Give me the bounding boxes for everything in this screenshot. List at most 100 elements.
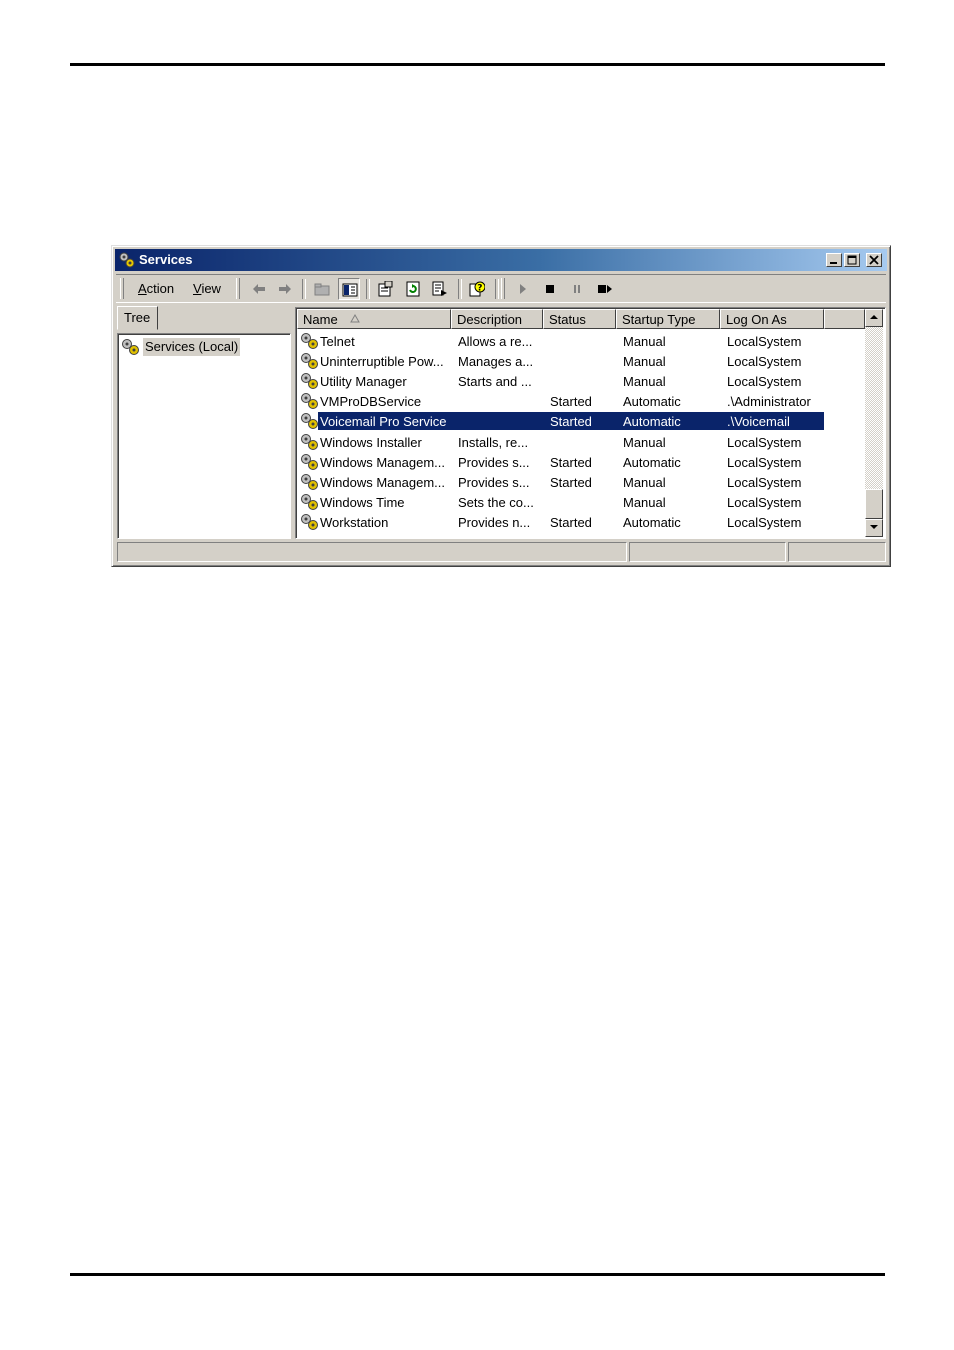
maximize-button[interactable]	[844, 253, 860, 267]
cell-log-on-as: LocalSystem	[727, 514, 802, 530]
cell-log-on-as: LocalSystem	[727, 334, 802, 349]
stop-service-icon	[546, 285, 554, 293]
vertical-scrollbar[interactable]	[865, 309, 883, 537]
cell-startup-type: Manual	[623, 374, 666, 390]
back-button[interactable]	[248, 278, 270, 300]
pause-service-icon	[574, 285, 580, 293]
column-header-startup-type[interactable]: Startup Type	[616, 309, 720, 329]
toolbar-separator	[495, 279, 499, 299]
cell-name: Windows Time	[320, 494, 405, 510]
forward-button[interactable]	[274, 278, 296, 300]
cell-startup-type: Automatic	[623, 394, 681, 410]
cell-startup-type: Manual	[623, 494, 666, 510]
toolbar-grip[interactable]	[236, 278, 240, 299]
scroll-down-button[interactable]	[865, 519, 883, 537]
cell-description: Provides n...	[458, 514, 531, 530]
page-bottom-rule	[70, 1273, 885, 1276]
services-list: Name Description Status Startup Type Log…	[295, 307, 886, 539]
cell-log-on-as: .\Voicemail	[727, 414, 790, 430]
window-title: Services	[139, 252, 193, 267]
cell-status: Started	[550, 454, 592, 470]
toolbar-grip[interactable]	[501, 278, 505, 299]
restart-service-icon	[598, 285, 612, 293]
table-row[interactable]: VMProDBService Started Automatic .\Administ…	[298, 391, 824, 411]
tree-pane: Services (Local)	[117, 333, 291, 539]
table-row[interactable]: Windows Installer Installs, re... Manual Lo…	[298, 432, 824, 452]
cell-startup-type: Manual	[623, 334, 666, 349]
export-list-button[interactable]	[429, 278, 451, 300]
cell-name: Telnet	[320, 334, 355, 349]
table-row[interactable]: Windows Time Sets the co... Manual LocalSys…	[298, 492, 824, 512]
cell-description: Provides s...	[458, 454, 530, 470]
show-hide-tree-icon	[342, 283, 358, 297]
cell-log-on-as: LocalSystem	[727, 474, 802, 490]
stop-service-button[interactable]	[539, 278, 561, 300]
status-panel	[117, 542, 627, 562]
service-gears-icon	[301, 513, 318, 530]
table-row[interactable]: Telnet Allows a re... Manual LocalSystem	[298, 331, 824, 351]
cell-log-on-as: LocalSystem	[727, 354, 802, 370]
service-gears-icon	[301, 473, 318, 490]
restart-service-button[interactable]	[593, 278, 615, 300]
up-folder-icon	[314, 283, 330, 296]
service-gears-icon	[301, 413, 318, 430]
service-gears-icon	[301, 433, 318, 450]
table-row[interactable]: Voicemail Pro Service Started Automatic .\V…	[298, 411, 825, 432]
cell-log-on-as: LocalSystem	[727, 454, 802, 470]
toolbar-grip[interactable]	[120, 278, 124, 299]
cell-log-on-as: LocalSystem	[727, 374, 802, 390]
tab-tree[interactable]: Tree	[117, 306, 158, 330]
properties-button[interactable]	[374, 278, 396, 300]
sort-ascending-icon	[350, 314, 360, 323]
cell-startup-type: Manual	[623, 354, 666, 370]
close-button[interactable]	[866, 253, 882, 267]
cell-description: Starts and ...	[458, 374, 532, 390]
svg-text:?: ?	[477, 284, 482, 294]
toolbar-separator	[366, 279, 370, 299]
cell-name: Windows Installer	[320, 434, 422, 450]
properties-icon	[378, 281, 393, 297]
column-header-log-on-as[interactable]: Log On As	[720, 309, 824, 329]
cell-description: Manages a...	[458, 354, 534, 370]
cell-name: Windows Managem...	[320, 454, 445, 470]
up-level-button[interactable]	[311, 278, 333, 300]
column-header-name[interactable]: Name	[297, 309, 451, 329]
start-service-button[interactable]	[512, 278, 534, 300]
back-arrow-icon	[253, 284, 265, 294]
service-gears-icon	[301, 353, 318, 370]
view-menu[interactable]: View	[193, 281, 221, 296]
refresh-icon	[406, 281, 420, 297]
status-panel	[629, 542, 786, 562]
show-hide-tree-button[interactable]	[338, 278, 360, 300]
service-gears-icon	[301, 373, 318, 390]
cell-name: Voicemail Pro Service	[320, 414, 447, 430]
services-gears-icon	[119, 252, 135, 268]
cell-startup-type: Automatic	[623, 454, 681, 470]
status-panel	[788, 542, 886, 562]
scroll-thumb[interactable]	[865, 489, 883, 519]
cell-status: Started	[550, 394, 592, 410]
toolbar-separator	[458, 279, 462, 299]
table-row[interactable]: Workstation Provides n... Started Automatic…	[298, 512, 824, 532]
cell-name: Workstation	[320, 514, 389, 530]
cell-startup-type: Automatic	[623, 514, 681, 530]
forward-arrow-icon	[279, 284, 291, 294]
tree-tab-label: Tree	[124, 310, 151, 325]
help-button[interactable]: ?	[466, 278, 488, 300]
cell-log-on-as: LocalSystem	[727, 494, 802, 510]
minimize-button[interactable]	[826, 253, 842, 267]
scroll-up-button[interactable]	[865, 309, 883, 327]
page-top-rule	[70, 63, 885, 66]
refresh-button[interactable]	[402, 278, 424, 300]
action-menu[interactable]: Action	[138, 281, 174, 296]
title-bar[interactable]: Services	[115, 249, 887, 271]
table-row[interactable]: Windows Managem... Provides s... Started Au…	[298, 452, 824, 472]
table-row[interactable]: Uninterruptible Pow... Manages a... Manual…	[298, 351, 824, 371]
maximize-icon	[847, 255, 857, 265]
column-header-status[interactable]: Status	[543, 309, 616, 329]
table-row[interactable]: Utility Manager Starts and ... Manual Local…	[298, 371, 824, 391]
column-header-description[interactable]: Description	[451, 309, 543, 329]
table-row[interactable]: Windows Managem... Provides s... Started Ma…	[298, 472, 824, 492]
pause-service-button[interactable]	[566, 278, 588, 300]
cell-status: Started	[550, 474, 592, 490]
